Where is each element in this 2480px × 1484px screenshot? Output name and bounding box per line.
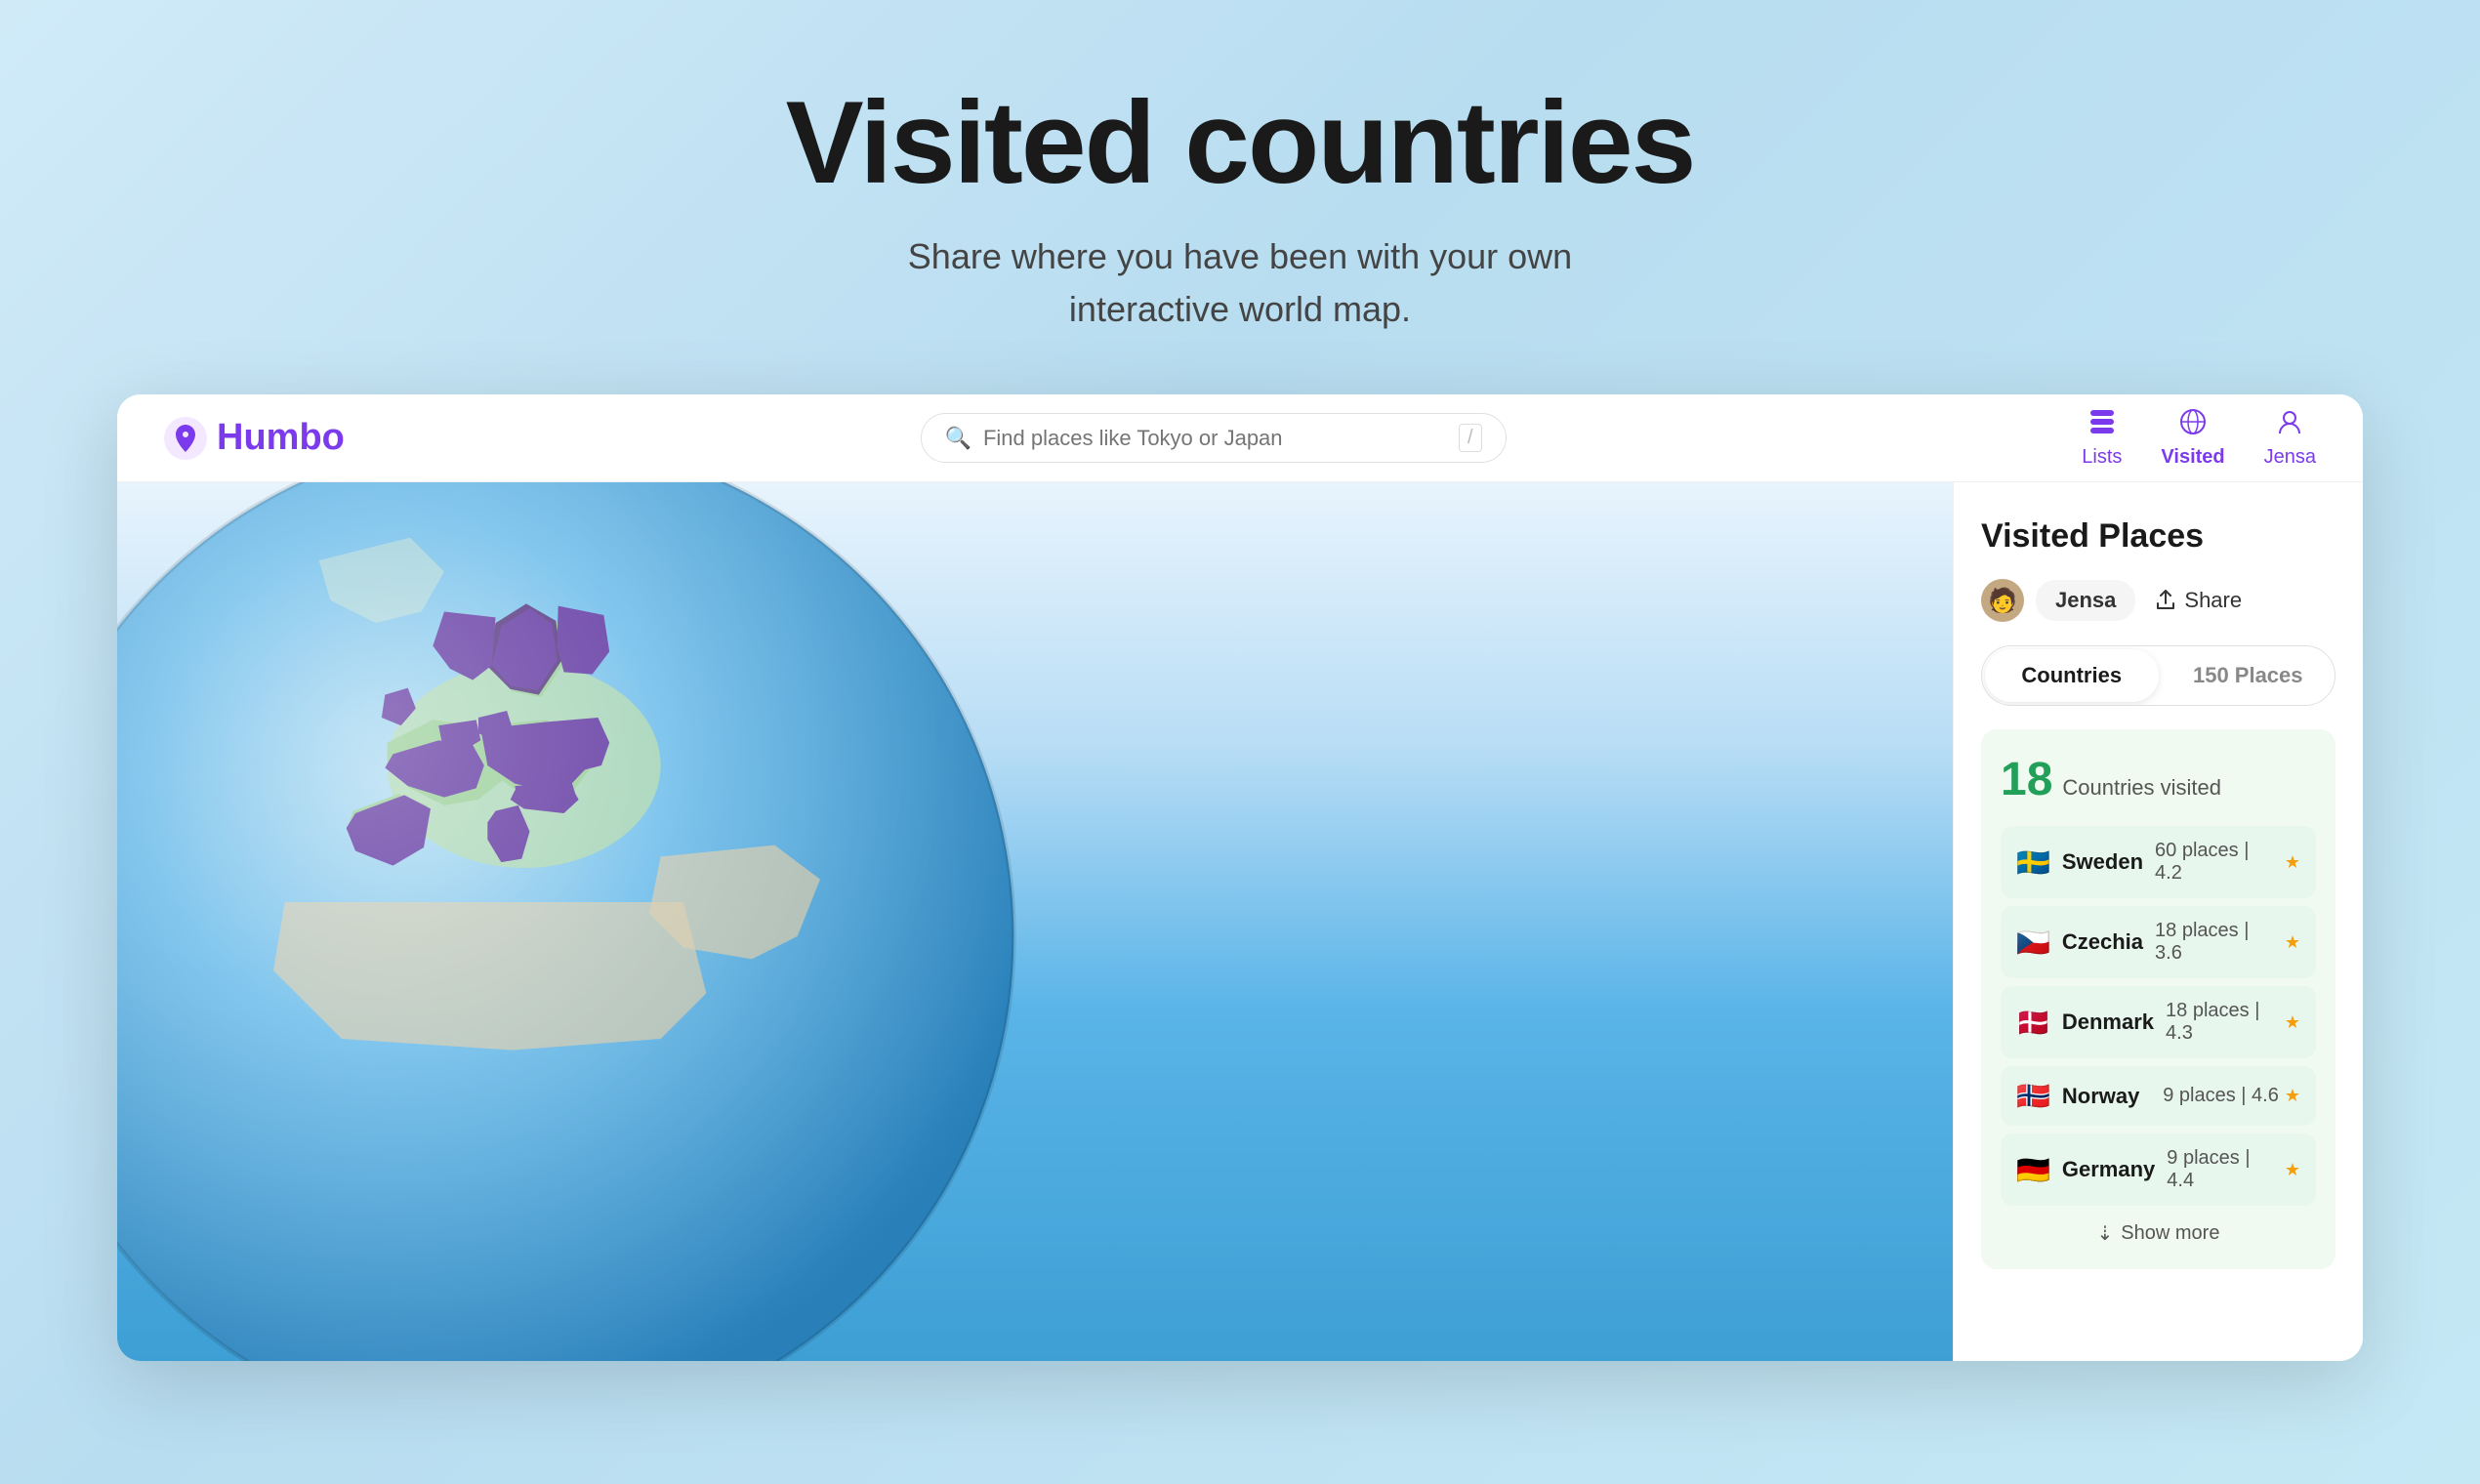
tab-bar: Countries 150 Places	[1981, 645, 2335, 706]
country-flag: 🇩🇰	[2016, 1007, 2050, 1039]
nav-actions: Lists Visited	[2082, 408, 2316, 469]
country-flag: 🇨🇿	[2016, 927, 2050, 959]
star-icon: ★	[2285, 1086, 2300, 1106]
user-row: 🧑 Jensa Share	[1981, 579, 2335, 622]
country-stats: 9 places | 4.6 ★	[2163, 1085, 2300, 1107]
list-item[interactable]: 🇨🇿 Czechia 18 places | 3.6 ★	[2001, 906, 2316, 978]
country-flag: 🇳🇴	[2016, 1080, 2050, 1112]
search-bar: 🔍 /	[345, 413, 2082, 463]
search-icon: 🔍	[945, 426, 971, 451]
main-content: Visited Places 🧑 Jensa Share Countries 1…	[117, 482, 2363, 1361]
hero-subtitle: Share where you have been with your owni…	[786, 230, 1695, 336]
list-item[interactable]: 🇩🇰 Denmark 18 places | 4.3 ★	[2001, 986, 2316, 1058]
nav-jensa-label: Jensa	[2264, 446, 2316, 469]
tab-countries[interactable]: Countries	[1985, 649, 2159, 702]
world-globe	[117, 482, 1025, 1361]
stats-label: Countries visited	[2062, 775, 2221, 801]
stats-card: 18 Countries visited 🇸🇪 Sweden 60 places…	[1981, 729, 2335, 1269]
nav-visited-label: Visited	[2161, 446, 2224, 469]
logo[interactable]: Humbo	[164, 417, 345, 460]
star-icon: ★	[2285, 852, 2300, 873]
list-item[interactable]: 🇸🇪 Sweden 60 places | 4.2 ★	[2001, 826, 2316, 898]
nav-item-jensa[interactable]: Jensa	[2264, 408, 2316, 469]
country-stats: 18 places | 4.3 ★	[2166, 1000, 2300, 1045]
list-item[interactable]: 🇳🇴 Norway 9 places | 4.6 ★	[2001, 1066, 2316, 1126]
country-name: Sweden	[2062, 849, 2143, 875]
search-input[interactable]	[983, 426, 1447, 451]
country-stats: 60 places | 4.2 ★	[2155, 840, 2300, 885]
country-list: 🇸🇪 Sweden 60 places | 4.2 ★ 🇨🇿 Czechia 1…	[2001, 826, 2316, 1206]
share-icon	[2155, 590, 2176, 611]
star-icon: ★	[2285, 932, 2300, 953]
app-window: Humbo 🔍 / Lists	[117, 394, 2363, 1361]
star-icon: ★	[2285, 1160, 2300, 1180]
globe-container	[117, 482, 1025, 1361]
country-name: Czechia	[2062, 929, 2143, 955]
sidebar: Visited Places 🧑 Jensa Share Countries 1…	[1953, 482, 2363, 1361]
country-stats: 18 places | 3.6 ★	[2155, 920, 2300, 965]
hero-section: Visited countries Share where you have b…	[786, 0, 1695, 394]
show-more-icon: ⇣	[2097, 1221, 2114, 1246]
search-slash-key: /	[1459, 424, 1482, 452]
share-label: Share	[2184, 588, 2242, 613]
user-icon	[2276, 408, 2303, 442]
country-name: Germany	[2062, 1157, 2155, 1182]
avatar-icon: 🧑	[1988, 587, 2017, 615]
visited-globe-icon	[2179, 408, 2207, 442]
country-flag: 🇩🇪	[2016, 1154, 2050, 1186]
star-icon: ★	[2285, 1012, 2300, 1033]
lists-icon	[2088, 408, 2116, 442]
navbar: Humbo 🔍 / Lists	[117, 394, 2363, 482]
sidebar-title: Visited Places	[1981, 517, 2335, 556]
share-button[interactable]: Share	[2155, 588, 2242, 613]
show-more-label: Show more	[2121, 1222, 2219, 1245]
user-name-badge[interactable]: Jensa	[2036, 580, 2135, 621]
nav-item-visited[interactable]: Visited	[2161, 408, 2224, 469]
country-name: Denmark	[2062, 1010, 2154, 1035]
tab-places[interactable]: 150 Places	[2162, 646, 2335, 705]
logo-text: Humbo	[217, 417, 345, 459]
nav-item-lists[interactable]: Lists	[2082, 408, 2122, 469]
search-wrapper[interactable]: 🔍 /	[921, 413, 1507, 463]
map-area	[117, 482, 1953, 1361]
country-name: Norway	[2062, 1084, 2151, 1109]
hero-title: Visited countries	[786, 78, 1695, 207]
logo-pin-icon	[164, 417, 207, 460]
avatar: 🧑	[1981, 579, 2024, 622]
nav-lists-label: Lists	[2082, 446, 2122, 469]
list-item[interactable]: 🇩🇪 Germany 9 places | 4.4 ★	[2001, 1134, 2316, 1206]
country-stats: 9 places | 4.4 ★	[2167, 1147, 2300, 1192]
show-more-button[interactable]: ⇣ Show more	[2001, 1221, 2316, 1246]
stats-header: 18 Countries visited	[2001, 753, 2316, 806]
stats-count: 18	[2001, 753, 2052, 806]
country-flag: 🇸🇪	[2016, 846, 2050, 879]
